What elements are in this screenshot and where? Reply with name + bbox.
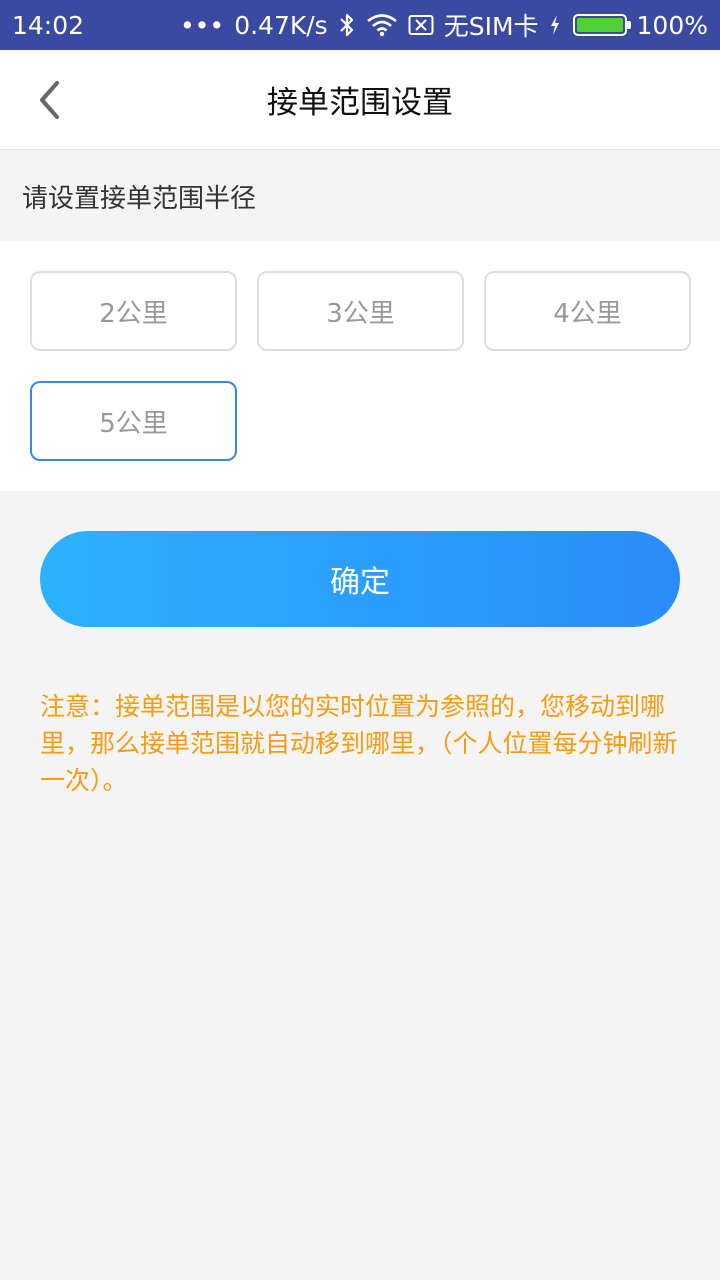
no-sim-icon	[408, 14, 434, 36]
battery-icon	[572, 14, 631, 36]
charging-icon	[549, 14, 561, 36]
radius-option-3km[interactable]: 3公里	[257, 271, 464, 351]
back-button[interactable]	[22, 75, 76, 125]
more-dots: •••	[179, 10, 225, 40]
bluetooth-icon	[338, 12, 356, 38]
radius-options-panel: 2公里 3公里 4公里 5公里	[0, 241, 720, 491]
net-speed: 0.47K/s	[234, 10, 328, 40]
nav-bar: 接单范围设置	[0, 50, 720, 150]
section-label: 请设置接单范围半径	[0, 151, 720, 241]
status-bar: 14:02 ••• 0.47K/s 无SIM卡 100%	[0, 0, 720, 50]
wifi-icon	[366, 13, 398, 37]
radius-option-5km[interactable]: 5公里	[30, 381, 237, 461]
chevron-left-icon	[40, 81, 59, 119]
radius-option-4km[interactable]: 4公里	[484, 271, 691, 351]
sim-status: 无SIM卡	[443, 12, 539, 41]
battery-percent: 100%	[636, 10, 708, 40]
status-time: 14:02	[12, 10, 85, 40]
radius-option-2km[interactable]: 2公里	[30, 271, 237, 351]
battery-fill	[576, 18, 623, 32]
page-title: 接单范围设置	[267, 85, 453, 121]
confirm-button[interactable]: 确定	[40, 531, 680, 627]
notice-text: 注意：接单范围是以您的实时位置为参照的，您移动到哪里，那么接单范围就自动移到哪里…	[40, 692, 678, 795]
